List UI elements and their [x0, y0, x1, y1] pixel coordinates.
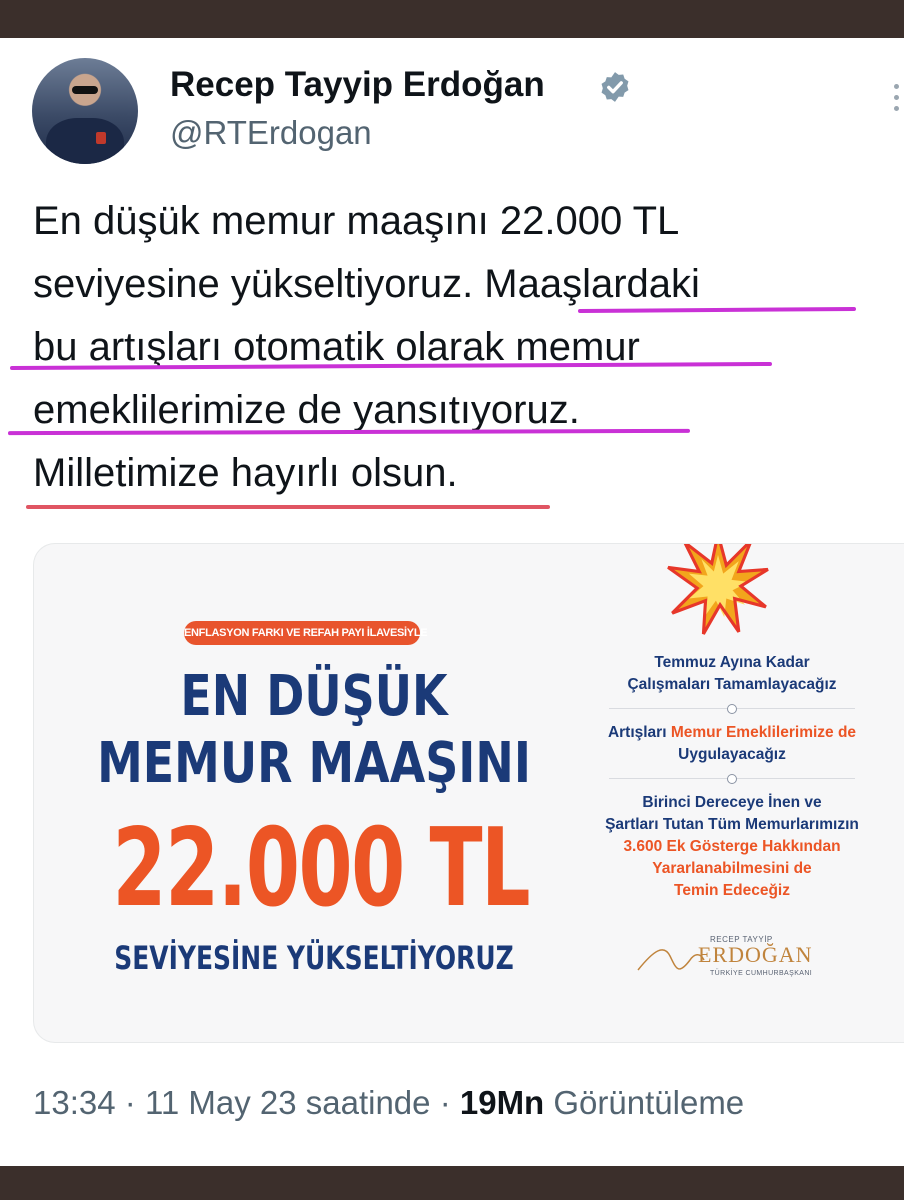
tweet-card: Recep Tayyip Erdoğan @RTErdogan En düşük…	[0, 38, 904, 1166]
author-handle[interactable]: @RTErdogan	[170, 114, 372, 152]
photo-frame-top	[0, 0, 904, 38]
tweet-time[interactable]: 13:34	[33, 1084, 116, 1121]
list-divider	[609, 772, 855, 786]
tweet-media-image[interactable]: ENFLASYON FARKI VE REFAH PAYI İLAVESİYLE…	[33, 543, 904, 1043]
highlight-underline	[26, 505, 550, 509]
tweet-line: seviyesine yükseltiyoruz. Maaşlardaki	[33, 262, 700, 306]
media-pill-label: ENFLASYON FARKI VE REFAH PAYI İLAVESİYLE	[184, 621, 428, 645]
meta-separator: ·	[124, 1084, 145, 1121]
tweet-text: En düşük memur maaşını 22.000 TL seviyes…	[33, 190, 700, 505]
media-bullet-line: Çalışmaları Tamamlayacağız	[627, 676, 837, 693]
tweet-line: Milletimize hayırlı olsun.	[33, 451, 458, 495]
media-amount: 22.000 TL	[112, 806, 530, 931]
media-bullet: Birinci Dereceye İnen ve Şartları Tutan …	[559, 792, 904, 902]
media-bullet-line: Artışları Memur Emeklilerimize de	[607, 724, 857, 741]
media-subheadline: SEVİYESİNE YÜKSELTİYORUZ	[114, 939, 514, 977]
list-divider	[609, 702, 855, 716]
avatar-jacket	[46, 118, 124, 164]
signature-title: TÜRKİYE CUMHURBAŞKANI	[710, 970, 813, 977]
view-count: 19Mn	[459, 1084, 545, 1121]
avatar-flag-patch	[96, 132, 106, 144]
media-bullet-line: Yararlanabilmesini de	[652, 860, 812, 877]
tweet-meta: 13:34 · 11 May 23 saatinde · 19Mn Görünt…	[33, 1084, 744, 1122]
view-label: Görüntüleme	[553, 1084, 745, 1121]
tweet-line: bu artışları otomatik olarak memur	[33, 325, 640, 369]
tweet-date[interactable]: 11 May 23 saatinde	[145, 1084, 431, 1121]
media-bullet-line: Şartları Tutan Tüm Memurlarımızın	[605, 816, 859, 833]
avatar-sunglasses	[72, 86, 98, 94]
highlight-underline	[577, 307, 857, 313]
media-bullet-line: Uygulayacağız	[678, 746, 786, 763]
media-headline: EN DÜŞÜK	[180, 664, 448, 729]
avatar[interactable]	[32, 58, 138, 164]
author-name[interactable]: Recep Tayyip Erdoğan	[170, 65, 545, 105]
media-bullet-list: Temmuz Ayına Kadar Çalışmaları Tamamlaya…	[559, 652, 904, 902]
verified-badge-icon	[601, 72, 629, 102]
media-headline: MEMUR MAAŞINI	[97, 731, 531, 796]
tweet-line: En düşük memur maaşını 22.000 TL	[33, 199, 680, 243]
media-bullet: Artışları Memur Emeklilerimize de Uygula…	[559, 722, 904, 766]
media-bullet-line: 3.600 Ek Gösterge Hakkından	[623, 838, 841, 855]
media-bullet-line: Temin Edeceğiz	[674, 882, 790, 899]
media-bullet-line: Birinci Dereceye İnen ve	[642, 794, 822, 811]
photo-frame-bottom	[0, 1166, 904, 1200]
explosion-icon	[667, 544, 769, 635]
media-bullet: Temmuz Ayına Kadar Çalışmaları Tamamlaya…	[559, 652, 904, 696]
signature-name: ERDOĞAN	[698, 942, 813, 967]
media-bullet-line: Temmuz Ayına Kadar	[654, 654, 810, 671]
meta-separator: ·	[439, 1084, 460, 1121]
more-options-icon[interactable]	[890, 84, 904, 124]
